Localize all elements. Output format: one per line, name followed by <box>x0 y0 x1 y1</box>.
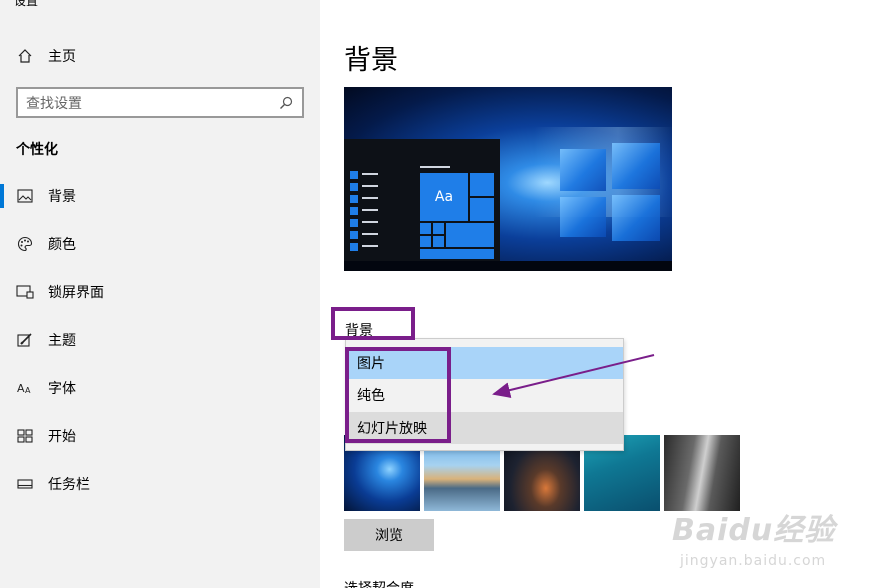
preview-window-pane <box>560 149 606 191</box>
preview-tile <box>433 236 444 247</box>
font-icon: AA <box>16 379 34 397</box>
preview-tile-aa: Aa <box>420 173 468 221</box>
palette-icon <box>16 235 34 253</box>
sidebar-item-lock-screen[interactable]: 锁屏界面 <box>0 268 320 316</box>
sidebar-item-label: 开始 <box>48 429 76 445</box>
preview-tile <box>420 236 431 247</box>
baidu-watermark: Baidu经验 jingyan.baidu.com <box>672 505 872 575</box>
sidebar-item-colors[interactable]: 颜色 <box>0 220 320 268</box>
preview-tile <box>420 249 494 259</box>
search-input[interactable]: 查找设置 <box>26 93 278 113</box>
annotation-highlight-box <box>345 347 451 443</box>
sidebar-item-label: 字体 <box>48 381 76 397</box>
search-icon[interactable] <box>278 95 294 111</box>
preview-menu-icons <box>350 171 360 255</box>
preview-window-pane <box>560 197 606 237</box>
preview-tile <box>446 223 494 247</box>
taskbar-icon <box>16 475 34 493</box>
sidebar-item-fonts[interactable]: AA 字体 <box>0 364 320 412</box>
start-grid-icon <box>16 427 34 445</box>
sidebar-item-label: 任务栏 <box>48 477 90 493</box>
preview-taskbar <box>344 261 672 271</box>
nav-home[interactable]: 主页 <box>16 44 76 68</box>
preview-start-menu: Aa <box>344 139 500 261</box>
sidebar-item-label: 锁屏界面 <box>48 285 104 301</box>
lock-screen-icon <box>16 283 34 301</box>
watermark-url: jingyan.baidu.com <box>680 553 827 569</box>
svg-text:A: A <box>17 382 25 395</box>
sidebar-item-label: 背景 <box>48 189 76 205</box>
background-preview: Aa <box>344 87 672 271</box>
home-icon <box>16 47 34 65</box>
window-title: 设置 <box>14 0 39 8</box>
preview-tile <box>433 223 444 234</box>
preview-window-pane <box>612 195 660 241</box>
preview-tile <box>470 198 494 221</box>
annotation-highlight-box <box>331 307 415 340</box>
sidebar-item-themes[interactable]: 主题 <box>0 316 320 364</box>
watermark-logo: Baidu经验 <box>672 513 836 548</box>
preview-tile <box>420 223 431 234</box>
sidebar-item-label: 颜色 <box>48 237 76 253</box>
search-box[interactable]: 查找设置 <box>16 87 304 118</box>
sidebar-item-start[interactable]: 开始 <box>0 412 320 460</box>
browse-button[interactable]: 浏览 <box>344 519 434 551</box>
theme-brush-icon <box>16 331 34 349</box>
preview-window-pane <box>612 143 660 189</box>
preview-menu-lines <box>362 173 378 257</box>
preview-tile <box>470 173 494 196</box>
recent-image-thumbnail[interactable] <box>664 435 740 511</box>
section-title: 个性化 <box>16 142 58 158</box>
sidebar-item-background[interactable]: 背景 <box>0 172 320 220</box>
sidebar-item-label: 主题 <box>48 333 76 349</box>
sidebar-item-taskbar[interactable]: 任务栏 <box>0 460 320 508</box>
image-icon <box>16 187 34 205</box>
nav-list: 背景 颜色 锁屏界面 主题 AA 字体 开始 任务栏 <box>0 172 320 508</box>
nav-home-label: 主页 <box>48 49 76 65</box>
svg-text:A: A <box>25 386 31 395</box>
page-title: 背景 <box>344 45 398 76</box>
preview-menu-header <box>420 166 450 168</box>
choose-fit-label: 选择契合度 <box>344 578 414 588</box>
sidebar: 设置 主页 查找设置 个性化 背景 颜色 锁屏界面 主题 A A 字体 开始 任… <box>0 0 320 588</box>
